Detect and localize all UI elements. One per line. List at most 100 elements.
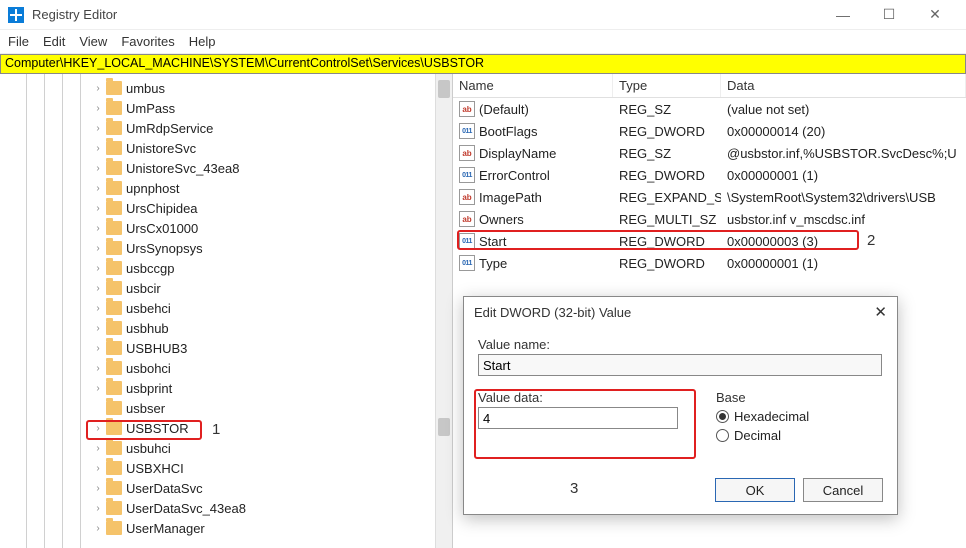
value-name-input[interactable] — [478, 354, 882, 376]
tree-item-usbhub[interactable]: ›usbhub — [0, 318, 452, 338]
radio-hex[interactable]: Hexadecimal — [716, 409, 883, 424]
callout-1: 1 — [212, 421, 220, 438]
chevron-right-icon[interactable]: › — [92, 383, 104, 394]
maximize-button[interactable]: ☐ — [866, 0, 912, 30]
tree-pane: ›umbus›UmPass›UmRdpService›UnistoreSvc›U… — [0, 74, 453, 548]
tree-item-urschipidea[interactable]: › UrsChipidea — [0, 198, 452, 218]
chevron-right-icon[interactable]: › — [92, 143, 104, 154]
address-bar[interactable]: Computer\HKEY_LOCAL_MACHINE\SYSTEM\Curre… — [0, 54, 966, 74]
chevron-right-icon[interactable]: › — [92, 503, 104, 514]
menu-help[interactable]: Help — [189, 34, 216, 49]
tree-item-unistoresvc[interactable]: ›UnistoreSvc — [0, 138, 452, 158]
chevron-right-icon[interactable]: › — [92, 363, 104, 374]
chevron-right-icon[interactable]: › — [92, 223, 104, 234]
value-row-errorcontrol[interactable]: 011ErrorControlREG_DWORD0x00000001 (1) — [453, 164, 966, 186]
value-type: REG_DWORD — [613, 124, 721, 139]
folder-icon — [106, 141, 122, 155]
chevron-right-icon[interactable]: › — [92, 303, 104, 314]
tree-item-urssynopsys[interactable]: ›UrsSynopsys — [0, 238, 452, 258]
chevron-right-icon[interactable]: › — [92, 283, 104, 294]
value-name: Type — [479, 256, 507, 271]
value-data-input[interactable] — [478, 407, 678, 429]
value-row-owners[interactable]: abOwnersREG_MULTI_SZusbstor.inf v_mscdsc… — [453, 208, 966, 230]
scroll-thumb-lower[interactable] — [438, 418, 450, 436]
value-type: REG_DWORD — [613, 168, 721, 183]
scroll-thumb[interactable] — [438, 80, 450, 98]
col-header-data[interactable]: Data — [721, 74, 966, 97]
chevron-right-icon[interactable]: › — [92, 443, 104, 454]
folder-icon — [106, 261, 122, 275]
col-header-type[interactable]: Type — [613, 74, 721, 97]
close-button[interactable]: ✕ — [912, 0, 958, 30]
tree-item-usbuhci[interactable]: ›usbuhci — [0, 438, 452, 458]
tree-item-umrdpservice[interactable]: ›UmRdpService — [0, 118, 452, 138]
chevron-right-icon[interactable]: › — [92, 463, 104, 474]
chevron-right-icon[interactable]: › — [92, 263, 104, 274]
value-name: ErrorControl — [479, 168, 550, 183]
value-row-start[interactable]: 011StartREG_DWORD0x00000003 (3) — [453, 230, 966, 252]
tree-item-label: usbcir — [126, 281, 161, 296]
chevron-right-icon[interactable]: › — [92, 83, 104, 94]
minimize-button[interactable]: — — [820, 0, 866, 30]
chevron-right-icon[interactable]: › — [92, 483, 104, 494]
chevron-right-icon[interactable]: › — [92, 163, 104, 174]
chevron-right-icon[interactable]: › — [92, 523, 104, 534]
tree-item-usbprint[interactable]: ›usbprint — [0, 378, 452, 398]
folder-icon — [106, 461, 122, 475]
chevron-right-icon[interactable]: › — [92, 343, 104, 354]
value-row-default[interactable]: ab(Default)REG_SZ(value not set) — [453, 98, 966, 120]
tree-item-usbhub3[interactable]: › USBHUB3 — [0, 338, 452, 358]
tree-item-label: UrsChipidea — [126, 201, 198, 216]
tree-item-userdatasvc[interactable]: ›UserDataSvc — [0, 478, 452, 498]
value-row-imagepath[interactable]: abImagePathREG_EXPAND_SZ\SystemRoot\Syst… — [453, 186, 966, 208]
radio-dec-indicator — [716, 429, 729, 442]
value-row-bootflags[interactable]: 011BootFlagsREG_DWORD0x00000014 (20) — [453, 120, 966, 142]
tree-item-umpass[interactable]: ›UmPass — [0, 98, 452, 118]
chevron-right-icon[interactable]: › — [92, 183, 104, 194]
value-data: @usbstor.inf,%USBSTOR.SvcDesc%;U — [721, 146, 966, 161]
chevron-right-icon[interactable]: › — [92, 123, 104, 134]
tree-item-label: usbccgp — [126, 261, 174, 276]
chevron-right-icon[interactable]: › — [92, 423, 104, 434]
cancel-button[interactable]: Cancel — [803, 478, 883, 502]
tree-item-umbus[interactable]: ›umbus — [0, 78, 452, 98]
tree-item-usbcir[interactable]: › usbcir — [0, 278, 452, 298]
folder-icon — [106, 81, 122, 95]
value-row-displayname[interactable]: abDisplayNameREG_SZ@usbstor.inf,%USBSTOR… — [453, 142, 966, 164]
tree-item-usbstor[interactable]: ›USBSTOR — [0, 418, 452, 438]
menu-view[interactable]: View — [79, 34, 107, 49]
tree-item-usbser[interactable]: usbser — [0, 398, 452, 418]
tree-scrollbar[interactable] — [435, 74, 452, 548]
col-header-name[interactable]: Name — [453, 74, 613, 97]
ok-button[interactable]: OK — [715, 478, 795, 502]
radio-dec[interactable]: Decimal — [716, 428, 883, 443]
folder-icon — [106, 501, 122, 515]
tree-item-upnphost[interactable]: ›upnphost — [0, 178, 452, 198]
value-name-label: Value name: — [478, 337, 883, 352]
folder-icon — [106, 481, 122, 495]
chevron-right-icon[interactable]: › — [92, 323, 104, 334]
string-value-icon: ab — [459, 211, 475, 227]
folder-icon — [106, 521, 122, 535]
tree-item-unistoresvc_43ea8[interactable]: ›UnistoreSvc_43ea8 — [0, 158, 452, 178]
tree-item-userdatasvc_43ea8[interactable]: ›UserDataSvc_43ea8 — [0, 498, 452, 518]
chevron-right-icon[interactable]: › — [92, 203, 104, 214]
folder-icon — [106, 441, 122, 455]
tree-item-label: USBXHCI — [126, 461, 184, 476]
chevron-right-icon[interactable]: › — [92, 243, 104, 254]
tree-item-usbxhci[interactable]: › USBXHCI — [0, 458, 452, 478]
value-name: BootFlags — [479, 124, 538, 139]
tree-item-usbccgp[interactable]: › usbccgp — [0, 258, 452, 278]
value-type: REG_DWORD — [613, 234, 721, 249]
tree-item-usermanager[interactable]: ›UserManager — [0, 518, 452, 538]
menu-favorites[interactable]: Favorites — [121, 34, 174, 49]
menu-edit[interactable]: Edit — [43, 34, 65, 49]
tree-item-label: USBHUB3 — [126, 341, 187, 356]
menu-file[interactable]: File — [8, 34, 29, 49]
chevron-right-icon[interactable]: › — [92, 103, 104, 114]
dialog-close-button[interactable]: ✕ — [874, 303, 887, 321]
tree-item-usbehci[interactable]: ›usbehci — [0, 298, 452, 318]
tree-item-urscx01000[interactable]: ›UrsCx01000 — [0, 218, 452, 238]
tree-item-usbohci[interactable]: ›usbohci — [0, 358, 452, 378]
value-row-type[interactable]: 011TypeREG_DWORD0x00000001 (1) — [453, 252, 966, 274]
